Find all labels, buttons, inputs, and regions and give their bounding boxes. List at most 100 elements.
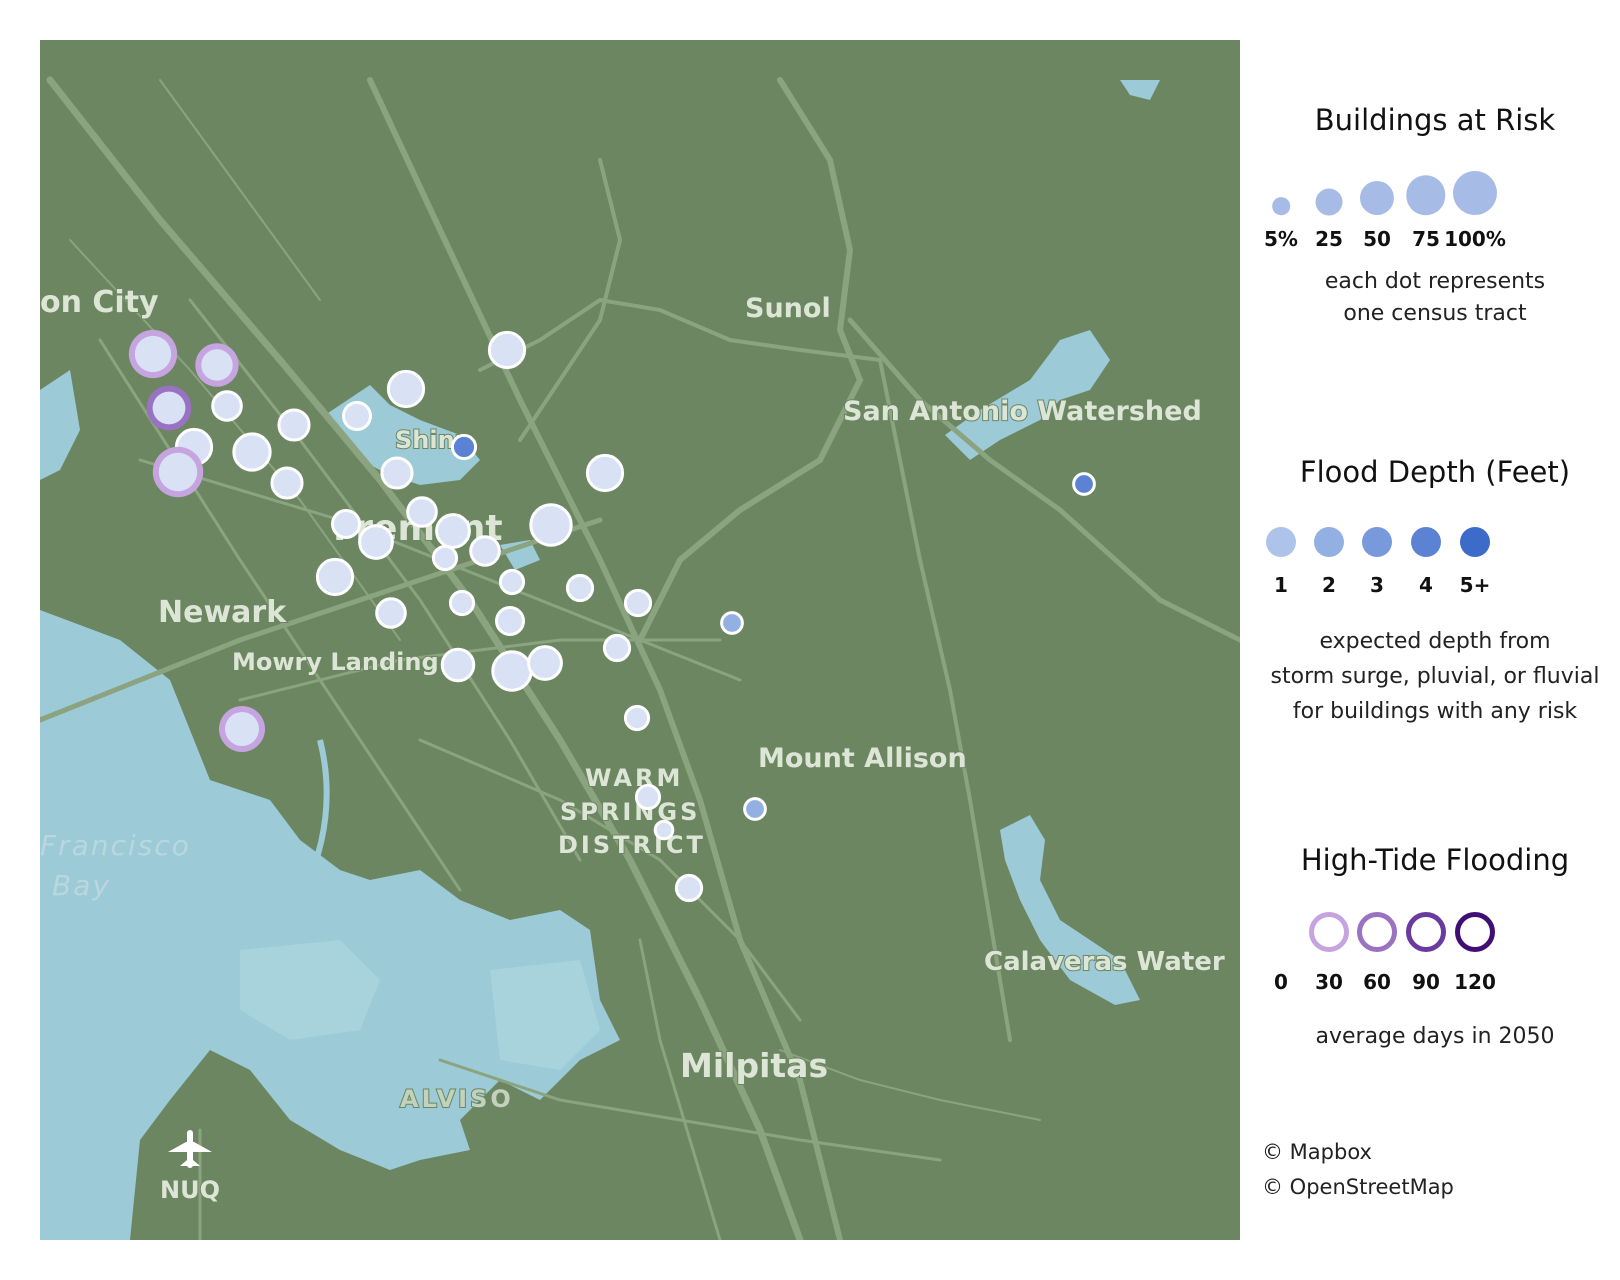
tract-dot[interactable] (469, 535, 501, 567)
tract-dot[interactable] (128, 329, 178, 379)
water-layer (40, 80, 1160, 1240)
tract-dot[interactable] (623, 588, 653, 618)
tract-dot[interactable] (315, 557, 355, 597)
tract-dot[interactable] (270, 466, 304, 500)
tract-dot[interactable] (435, 513, 471, 549)
tract-dot[interactable] (386, 369, 426, 409)
tract-dot-core (158, 452, 198, 492)
bay-inlet-west (40, 370, 80, 480)
tract-dot-core (315, 557, 355, 597)
label-union-city: on City (40, 285, 159, 320)
label-alviso: ALVISO (400, 1085, 514, 1113)
tract-dot[interactable] (529, 503, 573, 547)
tract-dot[interactable] (277, 408, 311, 442)
tract-dot-core (487, 330, 527, 370)
legend-size-swatches: 5% 25 50 75 100% (1250, 171, 1620, 251)
legend-label: 25 (1315, 227, 1343, 251)
tract-dot[interactable] (674, 873, 704, 903)
credit-mapbox[interactable]: © Mapbox (1262, 1140, 1372, 1164)
label-district: DISTRICT (558, 831, 706, 859)
legend-depth-swatch (1362, 527, 1392, 557)
legend-label: 2 (1322, 573, 1336, 597)
tract-dot[interactable] (634, 783, 662, 811)
tract-dot-core (440, 647, 476, 683)
tract-dot[interactable] (491, 650, 533, 692)
legend-label: 120 (1454, 970, 1496, 994)
tract-dot-core (435, 513, 471, 549)
label-newark: Newark (158, 595, 287, 630)
legend-label: 75 (1412, 227, 1440, 251)
tract-dot[interactable] (431, 544, 459, 572)
tract-dot[interactable] (211, 390, 243, 422)
legend-label: 50 (1363, 227, 1391, 251)
tract-dot[interactable] (232, 432, 272, 472)
tract-dot[interactable] (527, 645, 563, 681)
tract-dot[interactable] (720, 611, 744, 635)
road-layer (40, 76, 1240, 1240)
tract-dot[interactable] (623, 704, 651, 732)
legend-label: 1 (1274, 573, 1288, 597)
road-mission (518, 158, 623, 442)
tract-dot[interactable] (1072, 472, 1096, 496)
credit-openstreetmap[interactable]: © OpenStreetMap (1262, 1175, 1454, 1199)
tract-dot-core (331, 509, 361, 539)
tract-dot[interactable] (342, 401, 372, 431)
tract-dot[interactable] (380, 456, 414, 490)
tract-dot-core (386, 369, 426, 409)
legend-label: 4 (1419, 573, 1433, 597)
legend-tide-swatch (1406, 912, 1446, 952)
tract-dot-core (1072, 472, 1096, 496)
tract-dot[interactable] (498, 568, 526, 596)
tract-dot-core (342, 401, 372, 431)
label-bay: Bay (52, 869, 111, 902)
tract-dot[interactable] (565, 573, 595, 603)
tract-dot[interactable] (331, 509, 361, 539)
legend-buildings-note-1: each dot represents (1324, 269, 1546, 294)
tract-dot-core (634, 783, 662, 811)
legend-buildings-title: Buildings at Risk (1314, 103, 1556, 137)
tract-dot[interactable] (195, 343, 239, 387)
tract-dot-core (232, 432, 272, 472)
tract-dot-core (602, 633, 632, 663)
legend-label: 0 (1274, 970, 1288, 994)
legend-depth-note-1: expected depth from (1319, 629, 1551, 654)
tract-dot-core (585, 453, 625, 493)
tract-dot-core (406, 496, 438, 528)
legend-label: 3 (1370, 573, 1384, 597)
tract-dot[interactable] (743, 797, 767, 821)
tract-dot[interactable] (448, 589, 476, 617)
legend-size-swatch (1315, 188, 1343, 215)
legend-label: 60 (1363, 970, 1391, 994)
tract-dot-core (623, 588, 653, 618)
label-springs: SPRINGS (560, 798, 700, 826)
tract-dot[interactable] (218, 705, 266, 753)
tract-dot[interactable] (358, 524, 394, 560)
legend-depth-swatches: 1 2 3 4 5+ (1250, 525, 1620, 597)
legend-depth-swatch (1411, 527, 1441, 557)
tract-dot[interactable] (450, 433, 478, 461)
label-san-antonio-watershed: San Antonio Watershed (843, 396, 1202, 427)
tract-dot[interactable] (487, 330, 527, 370)
label-mount-allison: Mount Allison (758, 743, 967, 774)
tract-dot[interactable] (375, 597, 407, 629)
tract-dot[interactable] (406, 496, 438, 528)
legend-depth-swatch (1460, 527, 1490, 557)
tract-dot[interactable] (602, 633, 632, 663)
tract-dot-core (270, 466, 304, 500)
tract-dot-core (380, 456, 414, 490)
tract-dot[interactable] (653, 819, 675, 841)
road-i680-east (637, 77, 864, 643)
tract-dot-core (491, 650, 533, 692)
legend-depth-swatch (1266, 527, 1296, 557)
tract-dot[interactable] (146, 385, 192, 431)
legend-size-swatch (1272, 197, 1290, 215)
tract-dot[interactable] (585, 453, 625, 493)
label-francisco: Francisco (40, 829, 191, 862)
tract-dot[interactable] (152, 446, 204, 498)
tract-dot[interactable] (440, 647, 476, 683)
map-panel[interactable]: on City Sunol San Antonio Watershed Frem… (40, 40, 1240, 1240)
tract-dot[interactable] (495, 606, 525, 636)
tract-dot-core (653, 819, 675, 841)
legend-depth-swatch (1314, 527, 1344, 557)
tract-dot-core (720, 611, 744, 635)
